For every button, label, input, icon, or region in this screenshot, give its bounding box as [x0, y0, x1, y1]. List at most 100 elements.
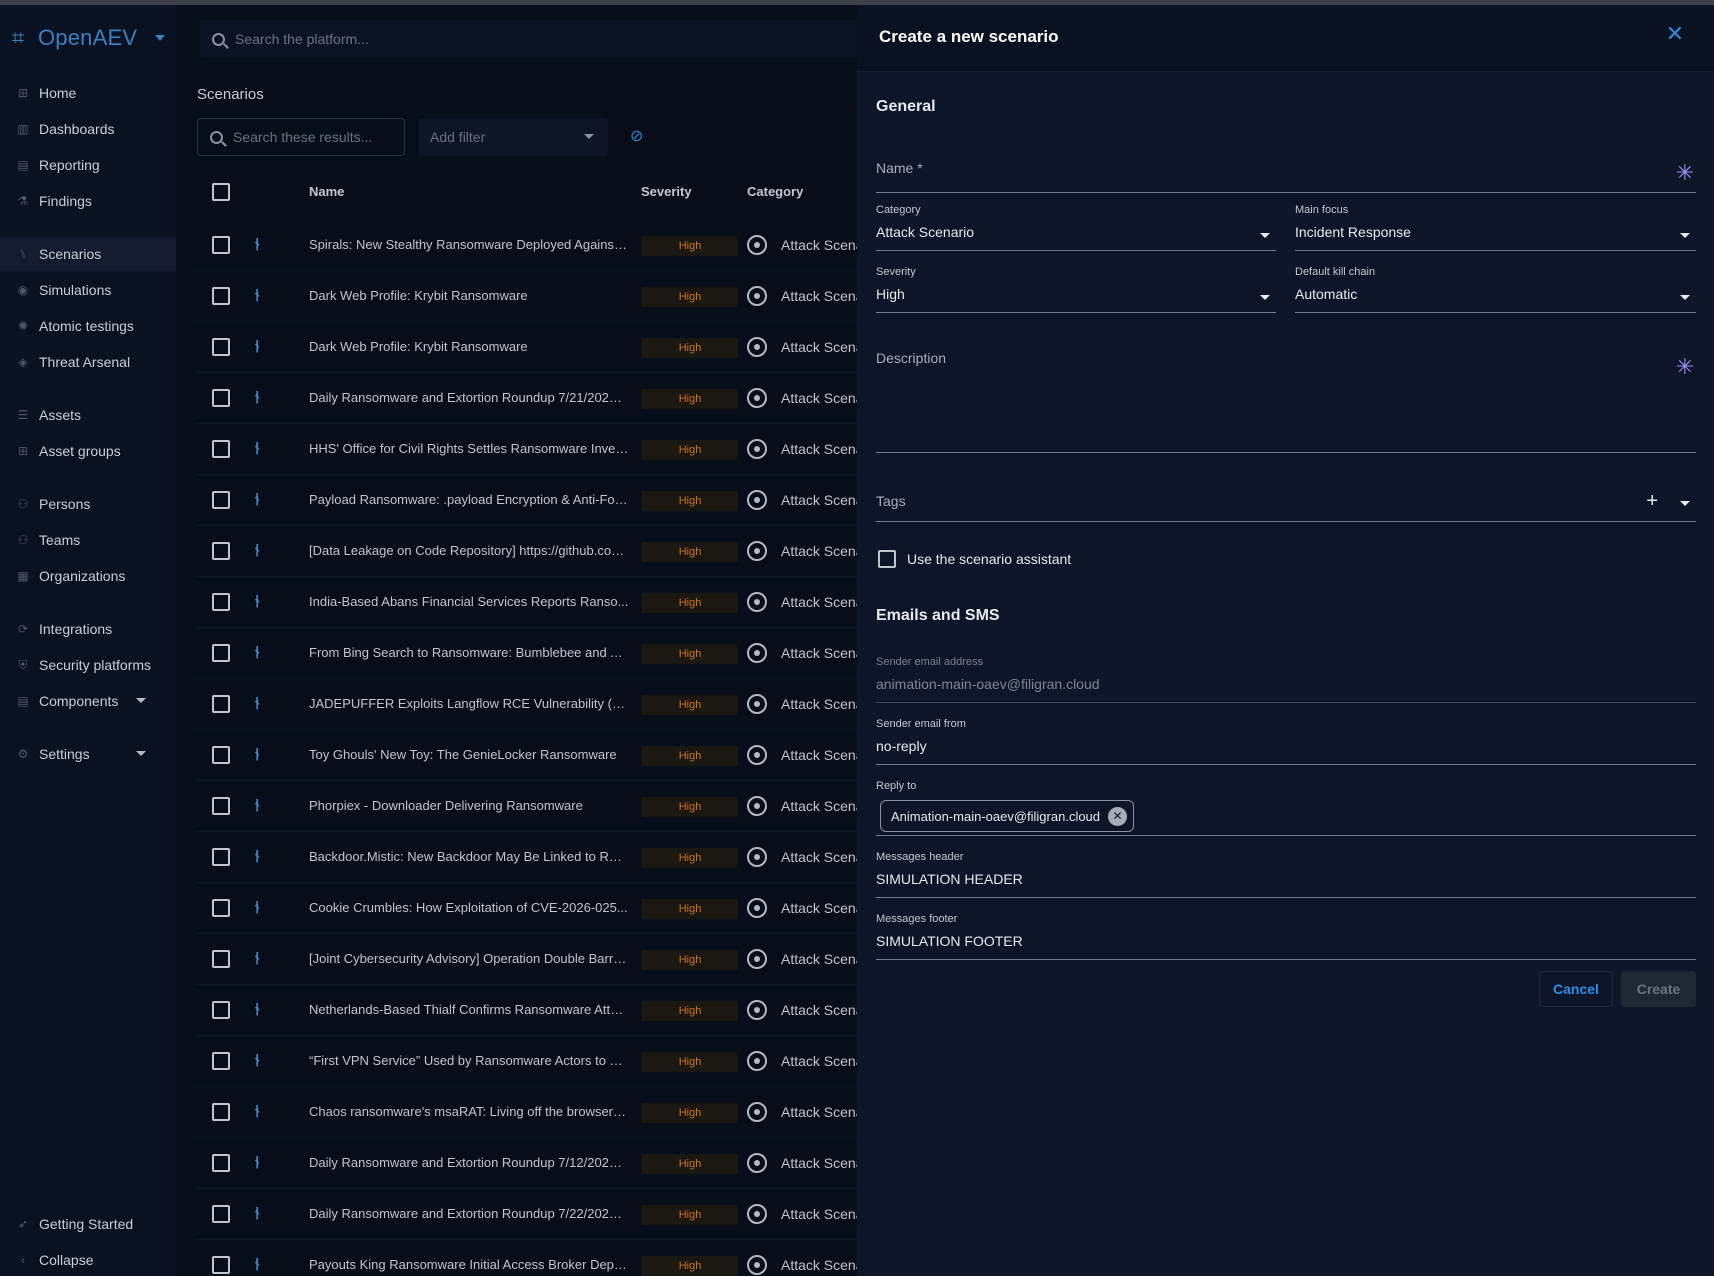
sidebar-item-settings[interactable]: ⚙ Settings	[0, 737, 176, 771]
close-icon[interactable]: ✕	[1664, 23, 1686, 45]
table-row[interactable]: ⫮ India-Based Abans Financial Services Re…	[197, 577, 857, 628]
row-checkbox[interactable]	[212, 746, 230, 764]
scenario-assistant-option[interactable]: Use the scenario assistant	[876, 548, 1276, 570]
description-field[interactable]: Description ✳	[876, 350, 1696, 453]
messages-header-field[interactable]: Messages header SIMULATION HEADER	[876, 851, 1696, 898]
table-row[interactable]: ⫮ Dark Web Profile: Krybit Ransomware High…	[197, 271, 857, 322]
cancel-button[interactable]: Cancel	[1539, 971, 1613, 1007]
row-checkbox[interactable]	[212, 593, 230, 611]
sidebar-item-findings[interactable]: ⚗ Findings	[0, 184, 176, 218]
row-checkbox[interactable]	[212, 1103, 230, 1121]
column-header-name[interactable]: Name	[309, 184, 344, 199]
row-checkbox[interactable]	[212, 1256, 230, 1274]
messages-footer-field[interactable]: Messages footer SIMULATION FOOTER	[876, 913, 1696, 960]
name-field[interactable]: Name * ✳	[876, 160, 1696, 193]
row-checkbox[interactable]	[212, 797, 230, 815]
table-row[interactable]: ⫮ Toy Ghouls' New Toy: The GenieLocker Ra…	[197, 730, 857, 781]
clear-filters-icon[interactable]: ⊘	[630, 128, 648, 146]
row-checkbox[interactable]	[212, 440, 230, 458]
brand[interactable]: ⌗ OpenAEV	[6, 23, 166, 53]
scenario-name[interactable]: Daily Ransomware and Extortion Roundup 7…	[309, 1155, 629, 1170]
table-row[interactable]: ⫮ [Data Leakage on Code Repository] https…	[197, 526, 857, 577]
create-button[interactable]: Create	[1621, 971, 1696, 1007]
scenario-name[interactable]: Dark Web Profile: Krybit Ransomware	[309, 288, 629, 303]
scenario-name[interactable]: Backdoor.Mistic: New Backdoor May Be Lin…	[309, 849, 629, 864]
sidebar-item-simulations[interactable]: ◉ Simulations	[0, 273, 176, 307]
row-checkbox[interactable]	[212, 542, 230, 560]
scenario-name[interactable]: [Data Leakage on Code Repository] https:…	[309, 543, 629, 558]
reply-to-chip[interactable]: Animation-main-oaev@filigran.cloud ✕	[880, 800, 1135, 832]
row-checkbox[interactable]	[212, 1001, 230, 1019]
brand-caret-down-icon[interactable]	[155, 35, 166, 41]
scenario-name[interactable]: Dark Web Profile: Krybit Ransomware	[309, 339, 629, 354]
sidebar-item-assets[interactable]: ☰ Assets	[0, 398, 176, 432]
scenario-name[interactable]: India-Based Abans Financial Services Rep…	[309, 594, 629, 609]
table-row[interactable]: ⫮ Daily Ransomware and Extortion Roundup …	[197, 373, 857, 424]
table-row[interactable]: ⫮ [Joint Cybersecurity Advisory] Operatio…	[197, 934, 857, 985]
row-checkbox[interactable]	[212, 899, 230, 917]
sidebar-item-components[interactable]: ▤ Components	[0, 684, 176, 718]
scenario-assistant-checkbox[interactable]	[878, 550, 896, 568]
row-checkbox[interactable]	[212, 644, 230, 662]
scenario-name[interactable]: Netherlands-Based Thialf Confirms Ransom…	[309, 1002, 629, 1017]
row-checkbox[interactable]	[212, 1052, 230, 1070]
sidebar-item-home[interactable]: ⊞ Home	[0, 76, 176, 110]
sidebar-item-organizations[interactable]: ▦ Organizations	[0, 559, 176, 593]
row-checkbox[interactable]	[212, 950, 230, 968]
scenario-name[interactable]: “First VPN Service” Used by Ransomware A…	[309, 1053, 629, 1068]
column-header-category[interactable]: Category	[747, 184, 803, 199]
table-row[interactable]: ⫮ Chaos ransomware's msaRAT: Living off t…	[197, 1087, 857, 1138]
select-all-checkbox[interactable]	[212, 183, 230, 201]
scenario-name[interactable]: Daily Ransomware and Extortion Roundup 7…	[309, 390, 629, 405]
sidebar-item-getting-started[interactable]: ➶ Getting Started	[0, 1207, 176, 1241]
table-row[interactable]: ⫮ From Bing Search to Ransomware: Bumbleb…	[197, 628, 857, 679]
sidebar-item-integrations[interactable]: ⟳ Integrations	[0, 612, 176, 646]
table-row[interactable]: ⫮ JADEPUFFER Exploits Langflow RCE Vulner…	[197, 679, 857, 730]
scenario-name[interactable]: Payouts King Ransomware Initial Access B…	[309, 1257, 629, 1272]
table-row[interactable]: ⫮ Payouts King Ransomware Initial Access …	[197, 1240, 857, 1276]
table-row[interactable]: ⫮ Daily Ransomware and Extortion Roundup …	[197, 1138, 857, 1189]
sidebar-item-security-platforms[interactable]: ⛨ Security platforms	[0, 648, 176, 682]
sidebar-item-scenarios[interactable]: ⑊ Scenarios	[0, 237, 176, 271]
table-row[interactable]: ⫮ Cookie Crumbles: How Exploitation of CV…	[197, 883, 857, 934]
ai-sparkle-icon[interactable]: ✳	[1674, 356, 1696, 378]
table-row[interactable]: ⫮ “First VPN Service” Used by Ransomware …	[197, 1036, 857, 1087]
scenario-name[interactable]: HHS' Office for Civil Rights Settles Ran…	[309, 441, 629, 456]
category-select[interactable]: Category Attack Scenario	[876, 204, 1276, 251]
row-checkbox[interactable]	[212, 287, 230, 305]
remove-chip-icon[interactable]: ✕	[1108, 806, 1128, 826]
table-row[interactable]: ⫮ Netherlands-Based Thialf Confirms Ranso…	[197, 985, 857, 1036]
scenario-name[interactable]: Chaos ransomware's msaRAT: Living off th…	[309, 1104, 629, 1119]
reply-to-field[interactable]: Reply to Animation-main-oaev@filigran.cl…	[876, 780, 1696, 836]
row-checkbox[interactable]	[212, 491, 230, 509]
column-header-severity[interactable]: Severity	[641, 184, 692, 199]
table-row[interactable]: ⫮ Payload Ransomware: .payload Encryption…	[197, 475, 857, 526]
row-checkbox[interactable]	[212, 338, 230, 356]
sidebar-item-threat-arsenal[interactable]: ◈ Threat Arsenal	[0, 345, 176, 379]
scenario-name[interactable]: Toy Ghouls' New Toy: The GenieLocker Ran…	[309, 747, 629, 762]
sidebar-item-atomic-testings[interactable]: ✺ Atomic testings	[0, 309, 176, 343]
scenario-name[interactable]: Cookie Crumbles: How Exploitation of CVE…	[309, 900, 629, 915]
scenario-name[interactable]: Spirals: New Stealthy Ransomware Deploye…	[309, 237, 629, 252]
sidebar-item-teams[interactable]: ⚇ Teams	[0, 523, 176, 557]
severity-select[interactable]: Severity High	[876, 266, 1276, 313]
row-checkbox[interactable]	[212, 695, 230, 713]
row-checkbox[interactable]	[212, 389, 230, 407]
table-row[interactable]: ⫮ Daily Ransomware and Extortion Roundup …	[197, 1189, 857, 1240]
table-row[interactable]: ⫮ Backdoor.Mistic: New Backdoor May Be Li…	[197, 832, 857, 883]
sidebar-item-dashboards[interactable]: ▥ Dashboards	[0, 112, 176, 146]
table-row[interactable]: ⫮ Phorpiex - Downloader Delivering Ransom…	[197, 781, 857, 832]
scenario-name[interactable]: [Joint Cybersecurity Advisory] Operation…	[309, 951, 629, 966]
table-row[interactable]: ⫮ Dark Web Profile: Krybit Ransomware High…	[197, 322, 857, 373]
scenario-name[interactable]: Daily Ransomware and Extortion Roundup 7…	[309, 1206, 629, 1221]
add-filter-select[interactable]: Add filter	[418, 118, 608, 156]
add-tag-icon[interactable]: +	[1646, 490, 1658, 513]
scenario-name[interactable]: Phorpiex - Downloader Delivering Ransomw…	[309, 798, 629, 813]
scenario-name[interactable]: From Bing Search to Ransomware: Bumblebe…	[309, 645, 629, 660]
platform-search[interactable]: Search the platform...	[200, 20, 860, 58]
row-checkbox[interactable]	[212, 848, 230, 866]
scenario-name[interactable]: JADEPUFFER Exploits Langflow RCE Vulnera…	[309, 696, 629, 711]
tags-field[interactable]: Tags +	[876, 490, 1696, 522]
sidebar-item-collapse[interactable]: ‹ Collapse	[0, 1243, 176, 1276]
table-row[interactable]: ⫮ Spirals: New Stealthy Ransomware Deploy…	[197, 220, 857, 271]
